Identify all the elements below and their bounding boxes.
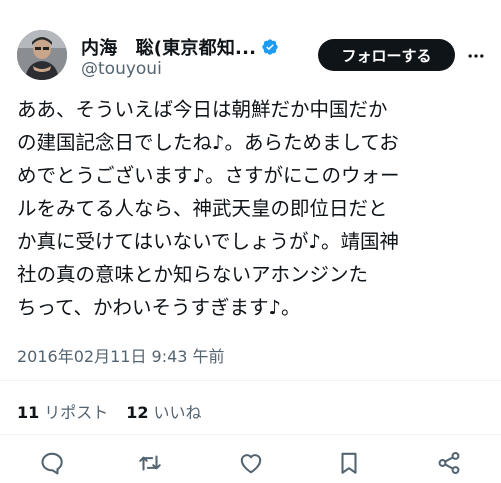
share-icon[interactable] bbox=[436, 450, 462, 476]
reposts-label: リポスト bbox=[44, 403, 109, 422]
tweet-line: の建国記念日でしたね♪。あらためましてお bbox=[17, 131, 399, 154]
more-options-icon[interactable] bbox=[466, 46, 486, 66]
avatar[interactable] bbox=[17, 30, 67, 80]
reply-icon[interactable] bbox=[39, 450, 65, 476]
verified-badge-icon bbox=[261, 38, 279, 56]
divider bbox=[0, 434, 501, 435]
tweet-line: か真に受けてはいないでしょうが♪。靖国神 bbox=[17, 230, 399, 253]
action-bar bbox=[0, 450, 501, 478]
divider bbox=[0, 380, 501, 381]
reposts-count: 11 bbox=[17, 403, 40, 422]
tweet-line: ちって、かわいそうすぎます♪。 bbox=[17, 296, 301, 319]
display-name[interactable]: 内海 聡(東京都知... bbox=[81, 34, 256, 60]
bookmark-icon[interactable] bbox=[336, 450, 362, 476]
likes-stat[interactable]: 12 いいね bbox=[126, 399, 201, 423]
tweet-line: ルをみてる人なら、神武天皇の即位日だと bbox=[17, 197, 388, 220]
user-handle[interactable]: @touyoui bbox=[81, 59, 162, 79]
tweet-line: めでとうございます♪。さすがにこのウォー bbox=[17, 164, 400, 187]
likes-label: いいね bbox=[153, 403, 202, 422]
reposts-stat[interactable]: 11 リポスト bbox=[17, 399, 108, 423]
like-icon[interactable] bbox=[238, 450, 264, 476]
follow-button[interactable]: フォローする bbox=[318, 39, 455, 71]
engagement-stats: 11 リポスト 12 いいね bbox=[17, 399, 220, 423]
display-name-row[interactable]: 内海 聡(東京都知... bbox=[81, 35, 279, 59]
likes-count: 12 bbox=[126, 403, 149, 422]
tweet-timestamp[interactable]: 2016年02月11日 9:43 午前 bbox=[17, 343, 225, 367]
tweet-text: ああ、そういえば今日は朝鮮だか中国だか の建国記念日でしたね♪。あらためましてお… bbox=[17, 93, 491, 324]
repost-icon[interactable] bbox=[137, 450, 163, 476]
avatar-image bbox=[17, 30, 67, 80]
tweet-line: 社の真の意味とか知らないアホンジンた bbox=[17, 263, 369, 286]
tweet-line: ああ、そういえば今日は朝鮮だか中国だか bbox=[17, 98, 388, 121]
